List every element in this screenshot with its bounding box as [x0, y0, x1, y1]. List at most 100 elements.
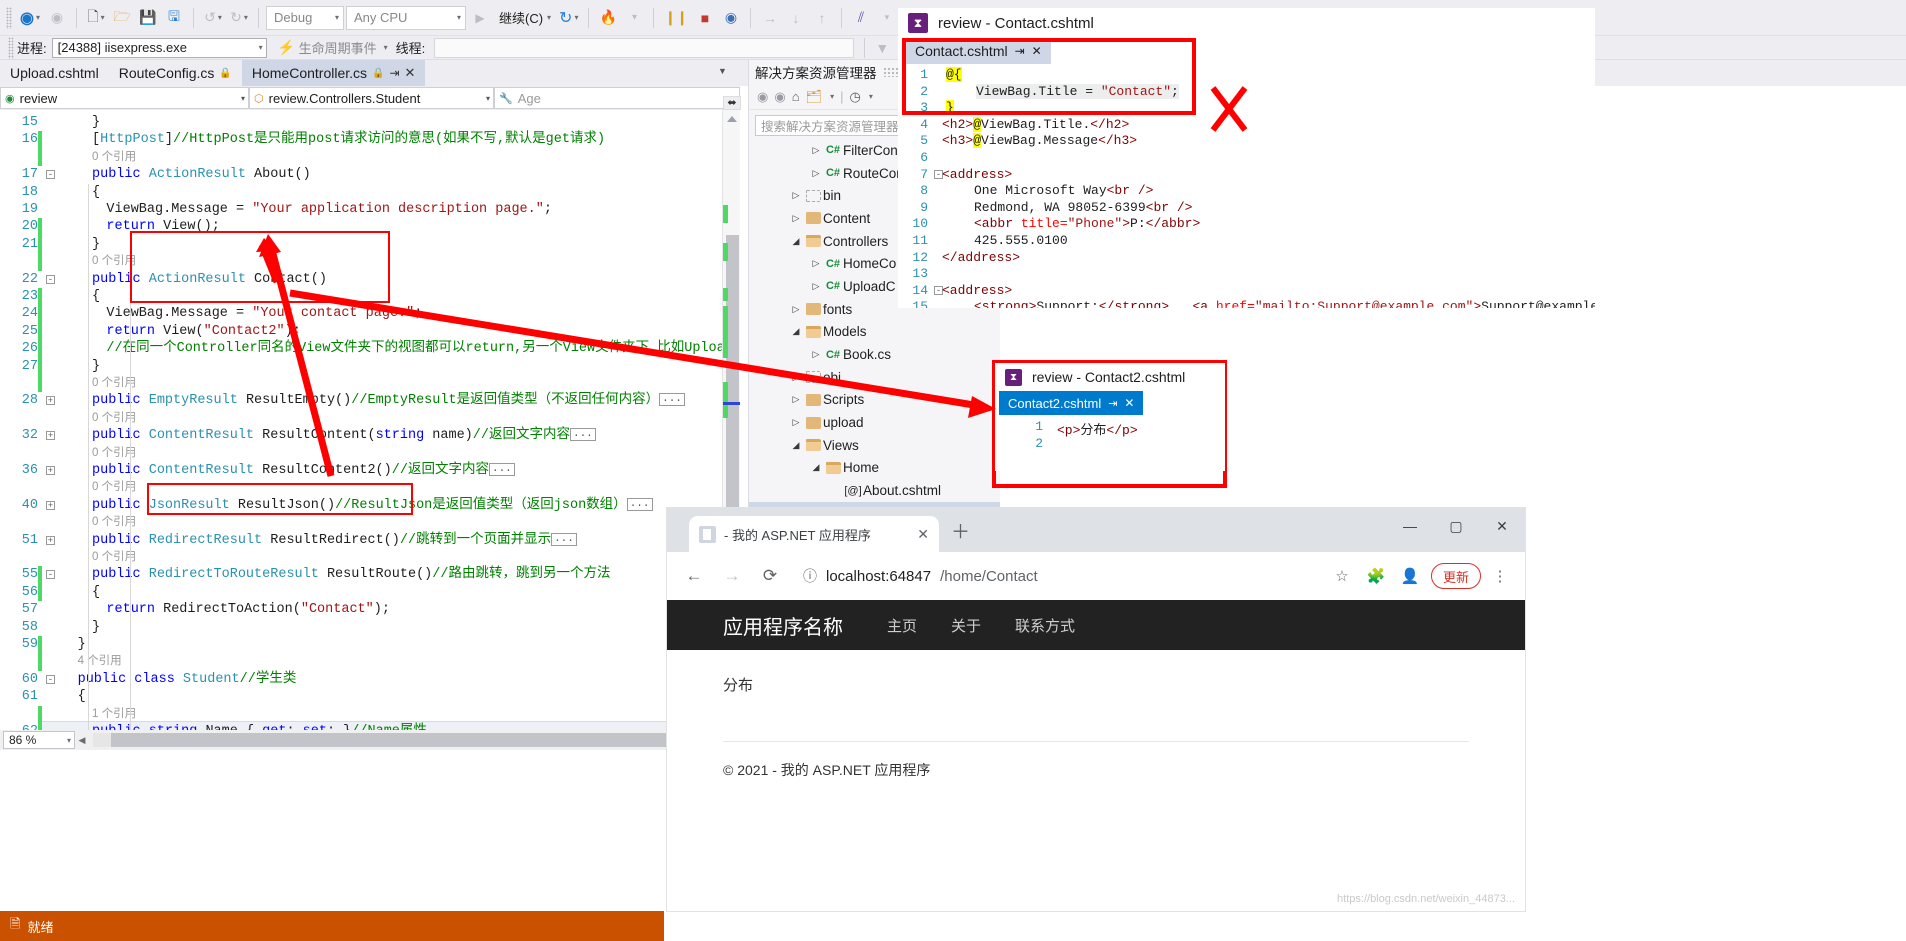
- code-line[interactable]: }: [946, 100, 954, 116]
- tab-overflow-chevron-icon[interactable]: ▼: [718, 66, 727, 76]
- undo-button[interactable]: ↺ ▾: [201, 6, 225, 30]
- pin-icon[interactable]: ⇥: [1108, 397, 1117, 410]
- project-select[interactable]: ◉ review ▾: [0, 87, 249, 109]
- code-fold-toggle[interactable]: +: [46, 500, 55, 510]
- continue-button[interactable]: 继续(C) ▾: [494, 6, 554, 30]
- site-link-about[interactable]: 关于: [951, 615, 981, 636]
- code-line[interactable]: public EmptyResult ResultEmpty()//EmptyR…: [92, 392, 685, 409]
- expand-chevron-icon[interactable]: ▷: [809, 168, 823, 179]
- code-fold-toggle[interactable]: +: [46, 431, 55, 441]
- class-select[interactable]: ⬡ review.Controllers.Student ▾: [249, 87, 494, 109]
- tab-homecontroller-cs[interactable]: HomeController.cs 🔒 ⇥ ✕: [241, 60, 426, 86]
- tab-upload-cshtml[interactable]: Upload.cshtml: [0, 60, 109, 86]
- code-reference-count[interactable]: 0 个引用: [92, 149, 136, 166]
- code-line[interactable]: @{: [946, 67, 962, 82]
- code-reference-count[interactable]: 0 个引用: [92, 253, 136, 270]
- code-line[interactable]: ViewBag.Message = "Your contact page.";: [106, 305, 422, 322]
- restart-button[interactable]: ↻ ▾: [556, 6, 581, 30]
- new-tab-icon[interactable]: ＋: [951, 517, 970, 544]
- forward-icon[interactable]: →: [715, 559, 749, 593]
- tree-item-scripts[interactable]: ▷ Scripts: [749, 389, 1000, 412]
- tree-item-views[interactable]: ◢ Views: [749, 434, 1000, 457]
- save-all-button[interactable]: 🖫: [162, 6, 186, 30]
- code-line[interactable]: ViewBag.Title = "Contact";: [976, 83, 1179, 99]
- step-over-icon[interactable]: →: [758, 6, 782, 30]
- horizontal-scroll-thumb[interactable]: [111, 733, 721, 747]
- code-line[interactable]: //在同一个Controller同名的View文件夹下的视图都可以return,…: [106, 340, 722, 357]
- code-line[interactable]: public ActionResult About(): [92, 166, 311, 183]
- code-fold-toggle[interactable]: +: [46, 396, 55, 406]
- code-line[interactable]: 425.555.0100: [974, 233, 1068, 248]
- site-link-home[interactable]: 主页: [887, 615, 917, 636]
- step-into-icon[interactable]: ↓: [784, 6, 808, 30]
- code-line[interactable]: public string Name { get; set; }//Name属性: [92, 723, 427, 730]
- expand-chevron-icon[interactable]: ▷: [789, 372, 803, 383]
- close-icon[interactable]: ✕: [405, 65, 416, 81]
- step-out-icon[interactable]: ↑: [810, 6, 834, 30]
- tree-item-upload[interactable]: ▷ upload: [749, 411, 1000, 434]
- scroll-left-icon[interactable]: ◀: [75, 735, 89, 746]
- update-button[interactable]: 更新: [1430, 563, 1481, 589]
- chevron-down-icon[interactable]: ▾: [830, 92, 834, 101]
- expand-chevron-icon[interactable]: ▷: [789, 304, 803, 315]
- member-select[interactable]: 🔧 Age: [494, 87, 740, 109]
- code-fold-toggle[interactable]: -: [46, 170, 55, 180]
- stop-debug-button[interactable]: ■: [693, 6, 717, 30]
- expand-chevron-icon[interactable]: ▷: [809, 145, 823, 156]
- solution-configuration-select[interactable]: Debug ▾: [265, 5, 344, 30]
- pin-icon[interactable]: ⇥: [389, 66, 399, 80]
- chrome-menu-icon[interactable]: ⋮: [1485, 567, 1515, 585]
- code-line[interactable]: }: [92, 358, 100, 375]
- code-line[interactable]: return View();: [106, 218, 219, 235]
- editor-splitter-handle[interactable]: ⬌: [723, 96, 741, 110]
- code-line[interactable]: public ActionResult Contact(): [92, 271, 327, 288]
- back-icon[interactable]: ←: [677, 559, 711, 593]
- forward-icon[interactable]: ◉: [774, 89, 785, 105]
- save-button[interactable]: 💾: [136, 6, 160, 30]
- code-line[interactable]: </address>: [942, 250, 1020, 265]
- site-info-icon[interactable]: ⓘ: [803, 566, 817, 586]
- profile-avatar-icon[interactable]: 👤: [1395, 567, 1425, 585]
- open-file-button[interactable]: 🗁: [110, 6, 134, 30]
- code-fold-toggle[interactable]: -: [46, 570, 55, 580]
- extensions-icon[interactable]: 🧩: [1361, 567, 1391, 585]
- close-tab-icon[interactable]: ✕: [917, 526, 929, 543]
- code-fold-toggle[interactable]: +: [46, 466, 55, 476]
- tree-item-book-cs[interactable]: ▷ C# Book.cs: [749, 343, 1000, 366]
- collapsed-region-ellipsis[interactable]: ...: [551, 532, 577, 546]
- scrollbar-thumb[interactable]: [726, 235, 739, 520]
- back-icon[interactable]: ◉: [757, 89, 768, 105]
- filter-icon[interactable]: ▼: [870, 36, 894, 60]
- pending-changes-icon[interactable]: ◷: [849, 89, 860, 105]
- tab-contact2-cshtml[interactable]: Contact2.cshtml ⇥ ✕: [999, 391, 1144, 415]
- navigate-forward-button[interactable]: ◉: [45, 6, 69, 30]
- code-reference-count[interactable]: 4 个引用: [78, 653, 122, 670]
- code-line[interactable]: {: [78, 688, 86, 705]
- solution-platform-select[interactable]: Any CPU ▾: [345, 5, 466, 30]
- close-window-icon[interactable]: ✕: [1479, 508, 1525, 544]
- collapse-chevron-icon[interactable]: ◢: [809, 462, 823, 473]
- code-fold-toggle[interactable]: +: [46, 535, 55, 545]
- code-line[interactable]: <address>: [942, 167, 1012, 182]
- home-icon[interactable]: ⌂: [792, 89, 800, 104]
- site-brand[interactable]: 应用程序名称: [723, 611, 843, 640]
- code-line[interactable]: One Microsoft Way<br />: [974, 183, 1153, 198]
- code-line[interactable]: ViewBag.Message = "Your application desc…: [106, 201, 552, 218]
- code-line[interactable]: Redmond, WA 98052-6399<br />: [974, 200, 1192, 215]
- code-line[interactable]: <h2>@ViewBag.Title.</h2>: [942, 116, 1129, 132]
- code-editor[interactable]: 15} 16 [HttpPost]//HttpPost是只能用post请求访问的意思…: [0, 110, 722, 730]
- horizontal-scroll-track[interactable]: [93, 733, 736, 747]
- collapse-chevron-icon[interactable]: ◢: [789, 326, 803, 337]
- code-line[interactable]: public class Student//学生类: [78, 671, 297, 688]
- collapse-chevron-icon[interactable]: ◢: [789, 236, 803, 247]
- code-fold-toggle[interactable]: -: [46, 274, 55, 284]
- reload-icon[interactable]: ⟳: [753, 559, 787, 593]
- expand-chevron-icon[interactable]: ▷: [809, 258, 823, 269]
- thread-select[interactable]: [434, 37, 855, 58]
- editor-zoom-select[interactable]: 86 % ▾: [3, 731, 75, 749]
- scroll-up-icon[interactable]: [727, 116, 737, 122]
- process-select[interactable]: [24388] iisexpress.exe ▾: [51, 37, 267, 58]
- expand-chevron-icon[interactable]: ▷: [809, 281, 823, 292]
- tree-item-about-cshtml[interactable]: [@] About.cshtml: [749, 479, 1000, 502]
- address-bar[interactable]: ⓘ localhost:64847/home/Contact: [791, 560, 1323, 592]
